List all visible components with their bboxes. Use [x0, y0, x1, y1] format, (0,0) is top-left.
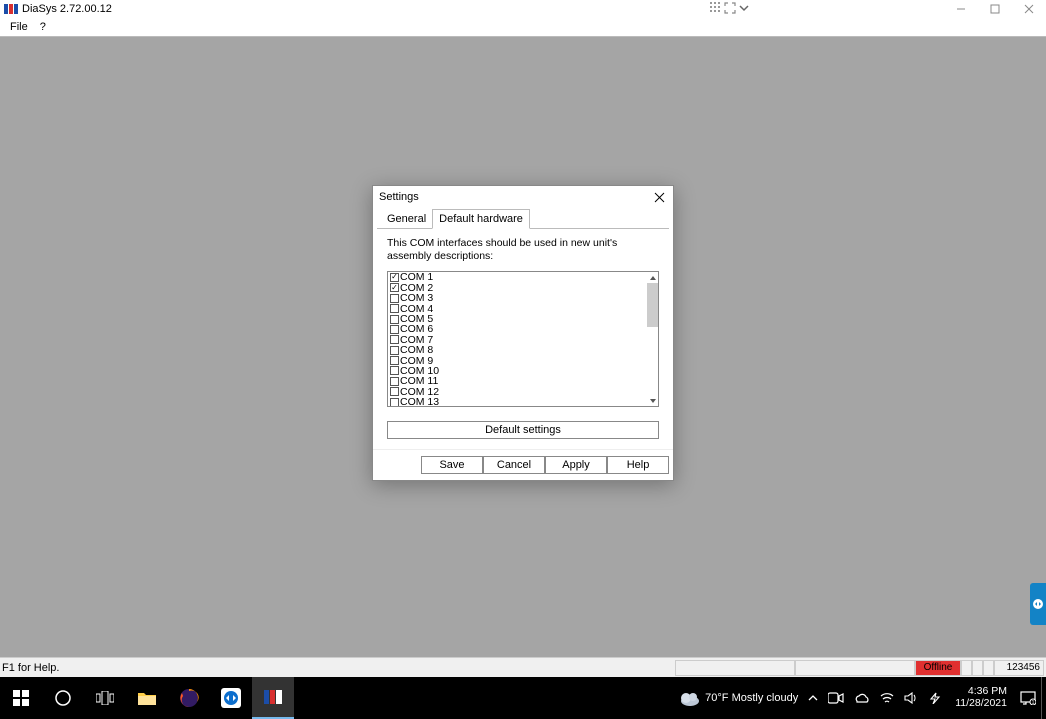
- weather-desc: Mostly cloudy: [732, 692, 799, 704]
- tab-general[interactable]: General: [381, 210, 432, 230]
- com-port-label: COM 13: [400, 396, 439, 407]
- close-button[interactable]: [1012, 0, 1046, 18]
- taskbar: 70°F Mostly cloudy 4:36 PM 11/28/2021 1: [0, 677, 1046, 719]
- status-indicator-1: [961, 660, 972, 676]
- settings-dialog: Settings General Default hardware This C…: [372, 185, 674, 481]
- cortana-button[interactable]: [42, 677, 84, 719]
- com-port-checkbox[interactable]: ✓: [390, 283, 399, 292]
- com-port-checkbox[interactable]: [390, 356, 399, 365]
- dialog-titlebar[interactable]: Settings: [373, 186, 673, 208]
- expand-icon[interactable]: [724, 2, 736, 14]
- menu-help[interactable]: ?: [34, 21, 52, 33]
- com-port-checkbox[interactable]: [390, 325, 399, 334]
- window-title: DiaSys 2.72.00.12: [22, 3, 112, 15]
- tray-onedrive-icon[interactable]: [849, 677, 875, 719]
- dialog-tabs: General Default hardware: [373, 208, 673, 228]
- dialog-description: This COM interfaces should be used in ne…: [387, 237, 659, 263]
- com-port-checkbox[interactable]: [390, 346, 399, 355]
- minimize-button[interactable]: [944, 0, 978, 18]
- com-port-checkbox[interactable]: [390, 294, 399, 303]
- com-port-checkbox[interactable]: [390, 387, 399, 396]
- com-port-checkbox[interactable]: [390, 377, 399, 386]
- workspace: Settings General Default hardware This C…: [0, 37, 1046, 657]
- chevron-down-icon[interactable]: [738, 2, 750, 14]
- dialog-footer: Save Cancel Apply Help: [373, 449, 673, 480]
- status-offline-badge: Offline: [915, 660, 961, 676]
- window-titlebar: DiaSys 2.72.00.12: [0, 0, 1046, 18]
- com-port-list[interactable]: ✓COM 1✓COM 2COM 3COM 4COM 5COM 6COM 7COM…: [387, 271, 659, 407]
- help-button[interactable]: Help: [607, 456, 669, 474]
- tray-power-icon[interactable]: [923, 677, 947, 719]
- com-port-row[interactable]: COM 13: [390, 397, 656, 407]
- tray-meet-now-icon[interactable]: [823, 677, 849, 719]
- dialog-title: Settings: [379, 191, 419, 203]
- task-view-button[interactable]: [84, 677, 126, 719]
- maximize-button[interactable]: [978, 0, 1012, 18]
- dialog-close-button[interactable]: [651, 189, 667, 205]
- com-port-checkbox[interactable]: ✓: [390, 273, 399, 282]
- weather-temp: 70°F: [705, 692, 728, 704]
- statusbar-help-text: F1 for Help.: [2, 662, 59, 674]
- com-port-checkbox[interactable]: [390, 335, 399, 344]
- taskbar-teamviewer[interactable]: [210, 677, 252, 719]
- statusbar: F1 for Help. Offline 123456: [0, 657, 1046, 677]
- status-empty-1: [675, 660, 795, 676]
- app-icon: [4, 4, 18, 14]
- cancel-button[interactable]: Cancel: [483, 456, 545, 474]
- start-button[interactable]: [0, 677, 42, 719]
- save-button[interactable]: Save: [421, 456, 483, 474]
- scroll-up-button[interactable]: [647, 272, 658, 283]
- dialog-body: This COM interfaces should be used in ne…: [377, 228, 669, 445]
- status-indicator-2: [972, 660, 983, 676]
- tab-default-hardware[interactable]: Default hardware: [432, 209, 530, 229]
- default-settings-button[interactable]: Default settings: [387, 421, 659, 439]
- status-indicator-3: [983, 660, 994, 676]
- status-empty-2: [795, 660, 915, 676]
- com-port-checkbox[interactable]: [390, 398, 399, 407]
- teamviewer-side-tab[interactable]: [1030, 583, 1046, 625]
- svg-text:1: 1: [1032, 700, 1035, 705]
- menu-file[interactable]: File: [4, 21, 34, 33]
- tray-chevron-up-icon[interactable]: [803, 677, 823, 719]
- apply-button[interactable]: Apply: [545, 456, 607, 474]
- com-port-checkbox[interactable]: [390, 315, 399, 324]
- show-desktop-button[interactable]: [1041, 677, 1046, 719]
- weather-widget[interactable]: 70°F Mostly cloudy: [674, 677, 803, 719]
- com-port-checkbox[interactable]: [390, 366, 399, 375]
- taskbar-file-explorer[interactable]: [126, 677, 168, 719]
- tray-notifications-icon[interactable]: 1: [1015, 677, 1041, 719]
- taskbar-firefox[interactable]: [168, 677, 210, 719]
- grid-icon[interactable]: [710, 2, 722, 14]
- taskbar-clock[interactable]: 4:36 PM 11/28/2021: [947, 686, 1015, 709]
- titlebar-center-icons: [710, 2, 750, 14]
- status-counter: 123456: [994, 660, 1044, 676]
- scroll-down-button[interactable]: [647, 395, 658, 406]
- scrollbar-thumb[interactable]: [647, 283, 658, 327]
- taskbar-diasys[interactable]: [252, 677, 294, 719]
- menubar: File ?: [0, 18, 1046, 37]
- com-port-checkbox[interactable]: [390, 304, 399, 313]
- tray-wifi-icon[interactable]: [875, 677, 899, 719]
- tray-volume-icon[interactable]: [899, 677, 923, 719]
